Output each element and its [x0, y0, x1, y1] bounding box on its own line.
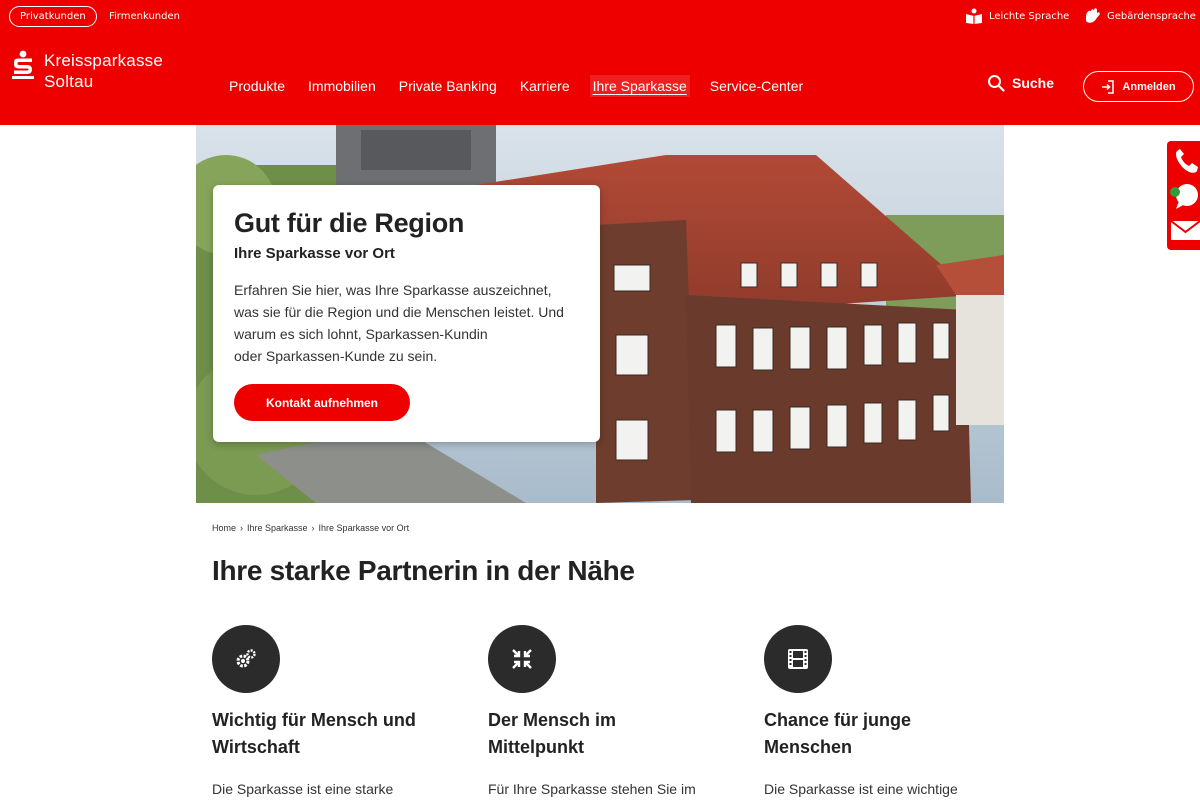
- easy-language-label: Leichte Sprache: [989, 10, 1070, 22]
- login-label: Anmelden: [1122, 80, 1176, 93]
- sign-hands-icon: [1083, 7, 1101, 25]
- hero-text-line: oder Sparkassen-Kunde zu sein.: [234, 348, 438, 364]
- feature-title: Der Mensch im Mittelpunkt: [488, 707, 728, 761]
- sparkasse-logo-icon: [12, 50, 34, 79]
- logo[interactable]: Kreissparkasse Soltau: [12, 50, 163, 92]
- hero-text-line: was sie für die Region und die Menschen …: [234, 304, 564, 320]
- login-button[interactable]: Anmelden: [1083, 71, 1194, 102]
- nav-karriere[interactable]: Karriere: [520, 75, 570, 97]
- segment-privatkunden[interactable]: Privatkunden: [9, 6, 97, 27]
- nav-produkte[interactable]: Produkte: [229, 75, 285, 97]
- book-icon: [965, 8, 983, 24]
- hero-text: Erfahren Sie hier, was Ihre Sparkasse au…: [234, 279, 580, 367]
- feature-card[interactable]: Der Mensch im Mittelpunkt Für Ihre Spark…: [488, 625, 728, 797]
- feature-card[interactable]: Chance für junge Menschen Die Sparkasse …: [764, 625, 1004, 797]
- top-utility-bar: Privatkunden Firmenkunden Leichte Sprach…: [0, 0, 1200, 32]
- feature-title-line: Chance für junge: [764, 710, 912, 730]
- hero-card: Gut für die Region Ihre Sparkasse vor Or…: [213, 185, 600, 442]
- logo-line-2: Soltau: [44, 72, 94, 91]
- search-icon: [988, 75, 1005, 92]
- phone-icon[interactable]: [1176, 149, 1198, 173]
- hero-text-line: Erfahren Sie hier, was Ihre Sparkasse au…: [234, 282, 552, 298]
- feature-text: Die Sparkasse ist eine wichtige: [764, 781, 958, 797]
- feature-title-line: Mittelpunkt: [488, 737, 584, 757]
- breadcrumb-separator-icon: ›: [240, 523, 244, 533]
- film-icon: [764, 625, 832, 693]
- compress-arrows-icon: [488, 625, 556, 693]
- easy-language-link[interactable]: Leichte Sprache: [965, 4, 1069, 28]
- feature-title: Wichtig für Mensch und Wirtschaft: [212, 707, 452, 761]
- page-title: Ihre starke Partnerin in der Nähe: [212, 555, 635, 586]
- hero-text-line: warum es sich lohnt, Sparkassen-Kundin: [234, 326, 488, 342]
- feature-card[interactable]: Wichtig für Mensch und Wirtschaft Die Sp…: [212, 625, 452, 797]
- nav-service-center[interactable]: Service-Center: [710, 75, 803, 97]
- segment-firmenkunden[interactable]: Firmenkunden: [109, 6, 180, 27]
- sign-language-link[interactable]: Gebärdensprache: [1083, 4, 1196, 28]
- feature-title-line: Wichtig für Mensch und: [212, 710, 416, 730]
- nav-ihre-sparkasse[interactable]: Ihre Sparkasse: [589, 75, 690, 97]
- search-button[interactable]: Suche: [987, 74, 1054, 92]
- main-header: Kreissparkasse Soltau Produkte Immobilie…: [0, 32, 1200, 125]
- search-label: Suche: [1012, 75, 1055, 91]
- sign-language-label: Gebärdensprache: [1107, 10, 1196, 22]
- logo-text: Kreissparkasse Soltau: [44, 50, 163, 92]
- contact-button[interactable]: Kontakt aufnehmen: [234, 384, 410, 421]
- feature-text: Die Sparkasse ist eine starke: [212, 781, 394, 797]
- hero-subtitle: Ihre Sparkasse vor Ort: [234, 245, 395, 262]
- breadcrumb-current: Ihre Sparkasse vor Ort: [318, 523, 410, 533]
- feature-text: Für Ihre Sparkasse stehen Sie im: [488, 781, 696, 797]
- main-nav: Produkte Immobilien Private Banking Karr…: [229, 75, 826, 97]
- feature-title-line: Wirtschaft: [212, 737, 300, 757]
- gears-icon: [212, 625, 280, 693]
- login-icon: [1102, 79, 1115, 94]
- hero-title: Gut für die Region: [234, 208, 465, 238]
- feature-title: Chance für junge Menschen: [764, 707, 1004, 761]
- contact-side-tab: [1167, 141, 1200, 250]
- nav-private-banking[interactable]: Private Banking: [399, 75, 497, 97]
- breadcrumb-separator-icon: ›: [311, 523, 315, 533]
- logo-line-1: Kreissparkasse: [44, 51, 164, 70]
- nav-immobilien[interactable]: Immobilien: [308, 75, 376, 97]
- feature-title-line: Der Mensch im: [488, 710, 617, 730]
- feature-title-line: Menschen: [764, 737, 853, 757]
- chat-icon[interactable]: [1170, 184, 1198, 209]
- mail-icon[interactable]: [1170, 220, 1200, 240]
- breadcrumb: Home › Ihre Sparkasse › Ihre Sparkasse v…: [212, 523, 409, 533]
- breadcrumb-ihre-sparkasse[interactable]: Ihre Sparkasse: [247, 523, 308, 533]
- breadcrumb-home[interactable]: Home: [212, 523, 236, 533]
